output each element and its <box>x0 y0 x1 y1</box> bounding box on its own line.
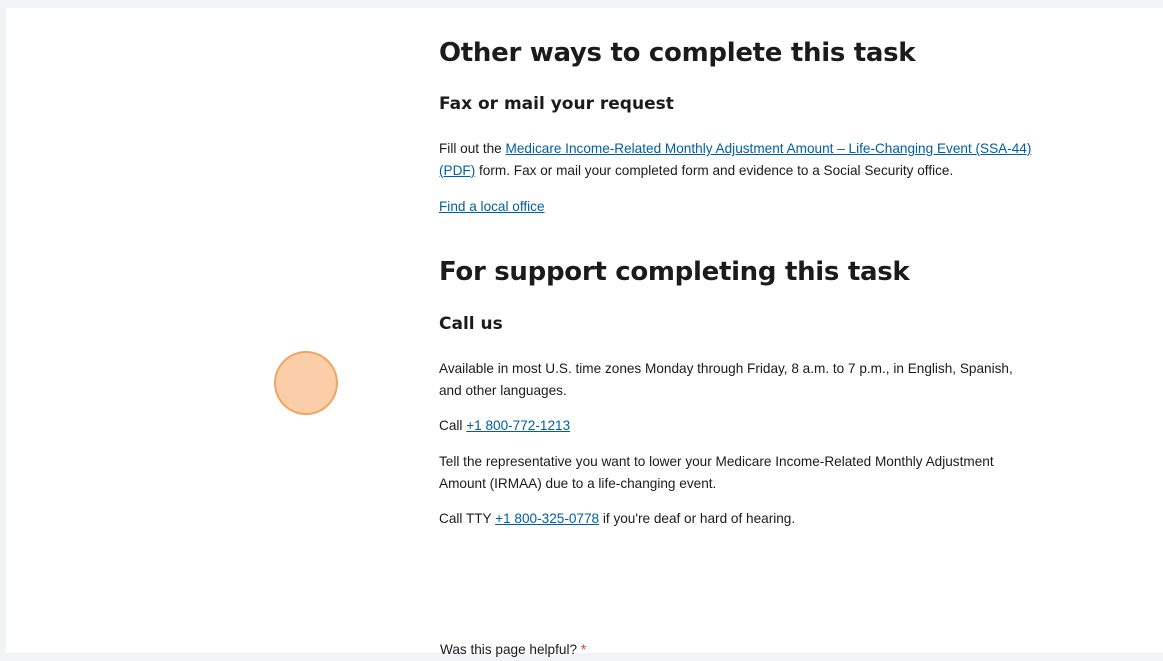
call-prefix: Call <box>439 418 467 433</box>
fill-suffix: form. Fax or mail your completed form an… <box>475 162 954 178</box>
required-asterisk: * <box>580 642 587 657</box>
fax-mail-subheading: Fax or mail your request <box>439 94 674 114</box>
phone-link[interactable]: +1 800-772-1213 <box>466 418 570 433</box>
fax-mail-instructions: Fill out the Medicare Income-Related Mon… <box>439 138 1039 181</box>
cursor-indicator <box>274 351 338 415</box>
tty-suffix: if you're deaf or hard of hearing. <box>599 511 796 526</box>
support-heading: For support completing this task <box>439 257 910 287</box>
feedback-question: Was this page helpful? * <box>440 639 1040 661</box>
find-local-office-link[interactable]: Find a local office <box>439 199 545 214</box>
page-container: Other ways to complete this task Fax or … <box>6 8 1163 657</box>
availability-text: Available in most U.S. time zones Monday… <box>439 361 1013 398</box>
call-us-subheading: Call us <box>439 314 503 334</box>
find-office-paragraph: Find a local office <box>439 196 1039 218</box>
fill-prefix: Fill out the <box>439 141 506 156</box>
tty-phone-link[interactable]: +1 800-325-0778 <box>495 511 599 526</box>
call-paragraph: Call +1 800-772-1213 <box>439 415 1039 437</box>
tty-paragraph: Call TTY +1 800-325-0778 if you're deaf … <box>439 508 1039 530</box>
representative-instructions: Tell the representative you want to lowe… <box>439 454 994 491</box>
feedback-question-label: Was this page helpful? <box>440 642 578 657</box>
tty-prefix: Call TTY <box>439 511 496 526</box>
other-ways-heading: Other ways to complete this task <box>439 38 916 68</box>
